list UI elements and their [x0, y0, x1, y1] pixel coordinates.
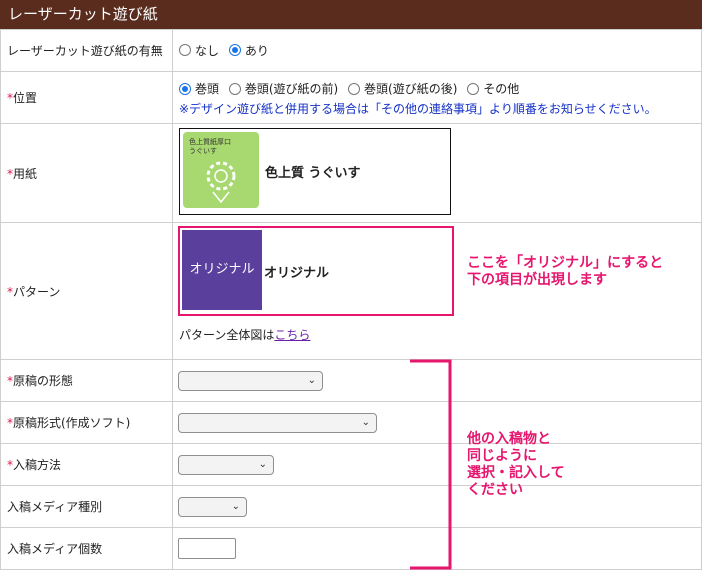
radio-label: その他 — [483, 82, 520, 97]
pattern-label-text: パターン — [13, 284, 61, 299]
manuscript-form-label-text: 原稿の形態 — [13, 374, 74, 388]
chevron-down-icon: ⌄ — [307, 375, 316, 386]
paper-name: 色上質 うぐいす — [265, 166, 361, 181]
manuscript-form-select[interactable]: ⌄ — [178, 371, 323, 391]
paper-thumbnail: 色上質紙厚口 うぐいす — [183, 132, 259, 208]
radio-circle[interactable] — [179, 44, 191, 57]
row-position: *位置 巻頭 巻頭(遊び紙の前) 巻頭(遊び紙の後) その他 ※デザイン遊び紙と… — [0, 71, 702, 124]
callout-text: ください — [467, 482, 523, 498]
paper-label-text: 用紙 — [13, 166, 38, 181]
label-media-type: 入稿メディア種別 — [0, 485, 173, 528]
presence-label-text: レーザーカット遊び紙の有無 — [7, 44, 163, 58]
radio-label: 巻頭(遊び紙の前) — [244, 82, 339, 97]
label-manuscript-format: *原稿形式(作成ソフト) — [0, 401, 173, 444]
label-position: *位置 — [0, 71, 173, 124]
annotation-callout-1: ここを「オリジナル」にすると 下の項目が出現します — [467, 255, 697, 289]
value-presence: なし あり — [172, 29, 702, 72]
radio-position-other[interactable]: その他 — [467, 80, 519, 97]
pattern-thumbnail: オリジナル — [182, 230, 262, 310]
row-manuscript-form: *原稿の形態 — [0, 359, 702, 402]
radio-label: あり — [244, 43, 269, 58]
position-label-text: 位置 — [13, 91, 38, 105]
label-media-count: 入稿メディア個数 — [0, 527, 173, 570]
paper-card[interactable]: 色上質紙厚口 うぐいす 色上質 うぐいす — [179, 128, 451, 215]
manuscript-format-select[interactable]: ⌄ — [178, 413, 377, 433]
radio-position-before[interactable]: 巻頭(遊び紙の前) — [228, 80, 339, 97]
label-presence: レーザーカット遊び紙の有無 — [0, 29, 173, 72]
label-submission-method: *入稿方法 — [0, 443, 173, 486]
callout-text: 他の入稿物と — [467, 431, 551, 447]
position-note: ※デザイン遊び紙と併用する場合は「その他の連絡事項」より順番をお知らせください。 — [179, 101, 657, 116]
pattern-card[interactable]: オリジナル オリジナル — [178, 226, 454, 316]
chevron-down-icon: ⌄ — [361, 417, 370, 428]
label-paper: *用紙 — [0, 123, 173, 223]
media-count-input[interactable] — [178, 538, 236, 559]
value-position: 巻頭 巻頭(遊び紙の前) 巻頭(遊び紙の後) その他 ※デザイン遊び紙と併用する… — [172, 71, 702, 124]
radio-label: なし — [195, 43, 220, 58]
radio-circle-selected[interactable] — [228, 44, 241, 57]
submission-method-label-text: 入稿方法 — [13, 458, 62, 472]
media-type-label-text: 入稿メディア種別 — [7, 500, 103, 514]
section-title: レーザーカット遊び紙 — [8, 5, 158, 23]
callout-text: 下の項目が出現します — [467, 272, 607, 288]
radio-circle[interactable] — [467, 82, 480, 95]
radio-position-front[interactable]: 巻頭 — [179, 80, 219, 97]
radio-circle[interactable] — [228, 82, 241, 95]
section-header: レーザーカット遊び紙 — [0, 0, 702, 29]
manuscript-format-label-text: 原稿形式(作成ソフト) — [13, 416, 131, 430]
full-view-link[interactable]: こちら — [274, 328, 310, 342]
radio-label: 巻頭 — [195, 82, 220, 97]
annotation-bracket — [410, 359, 452, 570]
row-media-count: 入稿メディア個数 — [0, 527, 702, 570]
callout-text: ここを「オリジナル」にすると — [467, 255, 664, 271]
radio-position-after[interactable]: 巻頭(遊び紙の後) — [348, 80, 457, 97]
radio-presence-yes[interactable]: あり — [228, 42, 269, 59]
radio-label: 巻頭(遊び紙の後) — [364, 82, 458, 97]
radio-circle[interactable] — [348, 82, 361, 95]
annotation-callout-2: 他の入稿物と 同じように 選択・記入して ください — [467, 431, 687, 499]
chevron-down-icon: ⌄ — [258, 459, 267, 470]
submission-method-select[interactable]: ⌄ — [178, 455, 274, 475]
radio-presence-none[interactable]: なし — [179, 42, 219, 59]
chevron-down-icon: ⌄ — [231, 501, 240, 512]
pattern-full-view: パターン全体図はこちら — [179, 326, 310, 343]
label-pattern: *パターン — [0, 222, 173, 360]
media-count-label-text: 入稿メディア個数 — [7, 542, 103, 556]
flower-wreath-icon — [206, 161, 236, 204]
full-view-prefix: パターン全体図は — [179, 328, 275, 342]
pattern-name: オリジナル — [264, 266, 330, 281]
media-type-select[interactable]: ⌄ — [178, 497, 247, 517]
radio-circle-selected[interactable] — [179, 82, 191, 95]
row-presence: レーザーカット遊び紙の有無 なし あり — [0, 29, 702, 72]
callout-text: 同じように — [467, 448, 537, 464]
label-manuscript-form: *原稿の形態 — [0, 359, 173, 402]
callout-text: 選択・記入して — [467, 465, 565, 481]
